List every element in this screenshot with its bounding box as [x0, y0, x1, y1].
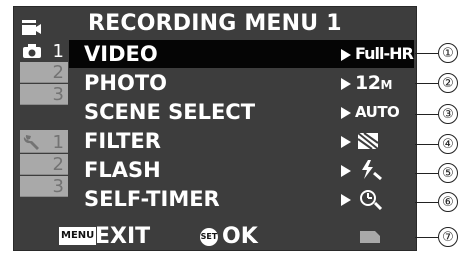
- menu-item-video[interactable]: VIDEO Full-HR: [69, 40, 414, 68]
- arrow-right-icon: [341, 194, 351, 206]
- movie-camera-icon: [22, 20, 41, 35]
- callout-1: ①: [438, 43, 458, 63]
- arrow-right-icon: [341, 136, 351, 148]
- callout-line: [415, 53, 438, 54]
- menu-sidebar: 1 2 3 1 2 3: [14, 7, 69, 223]
- callout-line: [415, 237, 438, 238]
- tab-number: 3: [52, 84, 64, 105]
- camera-icon: [23, 44, 41, 58]
- exit-label: EXIT: [95, 224, 151, 249]
- arrow-right-icon: [341, 78, 351, 90]
- self-timer-icon: [360, 190, 383, 210]
- menu-item-label: SCENE SELECT: [84, 100, 256, 124]
- menu-item-label: FLASH: [84, 158, 161, 182]
- menu-item-label: SELF-TIMER: [84, 187, 220, 211]
- callout-line: [415, 144, 438, 145]
- arrow-right-icon: [341, 107, 351, 119]
- callout-2: ②: [438, 73, 458, 93]
- set-button-badge: SET: [200, 228, 218, 246]
- menu-item-label: VIDEO: [84, 42, 158, 66]
- ok-label: OK: [222, 224, 258, 249]
- callout-line: [415, 202, 438, 203]
- scene-value: AUTO: [355, 103, 400, 121]
- arrow-right-icon: [341, 49, 351, 61]
- tab-recording-1[interactable]: 1: [20, 41, 68, 62]
- tab-recording-2[interactable]: 2: [20, 62, 68, 83]
- video-resolution-value: Full-HR: [355, 44, 414, 63]
- callout-3: ③: [438, 104, 458, 124]
- tab-number: 1: [52, 132, 64, 153]
- menu-button-badge: MENU: [59, 227, 97, 245]
- tab-number: 3: [52, 176, 64, 197]
- callout-4: ④: [438, 134, 458, 154]
- tab-recording-3[interactable]: 3: [20, 84, 68, 105]
- menu-item-label: PHOTO: [84, 71, 167, 95]
- memory-card-icon: [360, 231, 380, 243]
- menu-title: RECORDING MENU 1: [88, 11, 342, 36]
- tab-option-1[interactable]: 1: [20, 130, 68, 153]
- photo-size-value: 12M: [355, 69, 392, 99]
- tab-number: 2: [52, 154, 64, 175]
- lcd-screen: 1 2 3 1 2 3 RECORDING MENU 1 VIDEO Full-…: [13, 6, 417, 251]
- callout-line: [415, 173, 438, 174]
- tab-option-2[interactable]: 2: [20, 154, 68, 175]
- menu-item-self-timer[interactable]: SELF-TIMER: [69, 185, 414, 213]
- arrow-right-icon: [341, 165, 351, 177]
- tab-number: 1: [52, 41, 64, 62]
- tab-number: 2: [52, 62, 64, 83]
- photo-size-number: 12: [355, 72, 381, 94]
- menu-item-label: FILTER: [84, 129, 161, 153]
- menu-item-scene-select[interactable]: SCENE SELECT AUTO: [69, 98, 414, 126]
- flash-auto-icon: [362, 160, 382, 181]
- menu-item-photo[interactable]: PHOTO 12M: [69, 69, 414, 97]
- photo-size-unit: M: [380, 78, 392, 92]
- tab-option-3[interactable]: 3: [20, 176, 68, 197]
- wrench-icon: [23, 135, 39, 150]
- menu-item-flash[interactable]: FLASH: [69, 156, 414, 184]
- callout-line: [415, 83, 438, 84]
- callout-6: ⑥: [438, 192, 458, 212]
- menu-item-filter[interactable]: FILTER: [69, 127, 414, 155]
- callout-line: [415, 114, 438, 115]
- filter-icon: [357, 132, 379, 150]
- menu-footer: MENU EXIT SET OK: [14, 223, 416, 250]
- callout-5: ⑤: [438, 163, 458, 183]
- callout-7: ⑦: [438, 227, 458, 247]
